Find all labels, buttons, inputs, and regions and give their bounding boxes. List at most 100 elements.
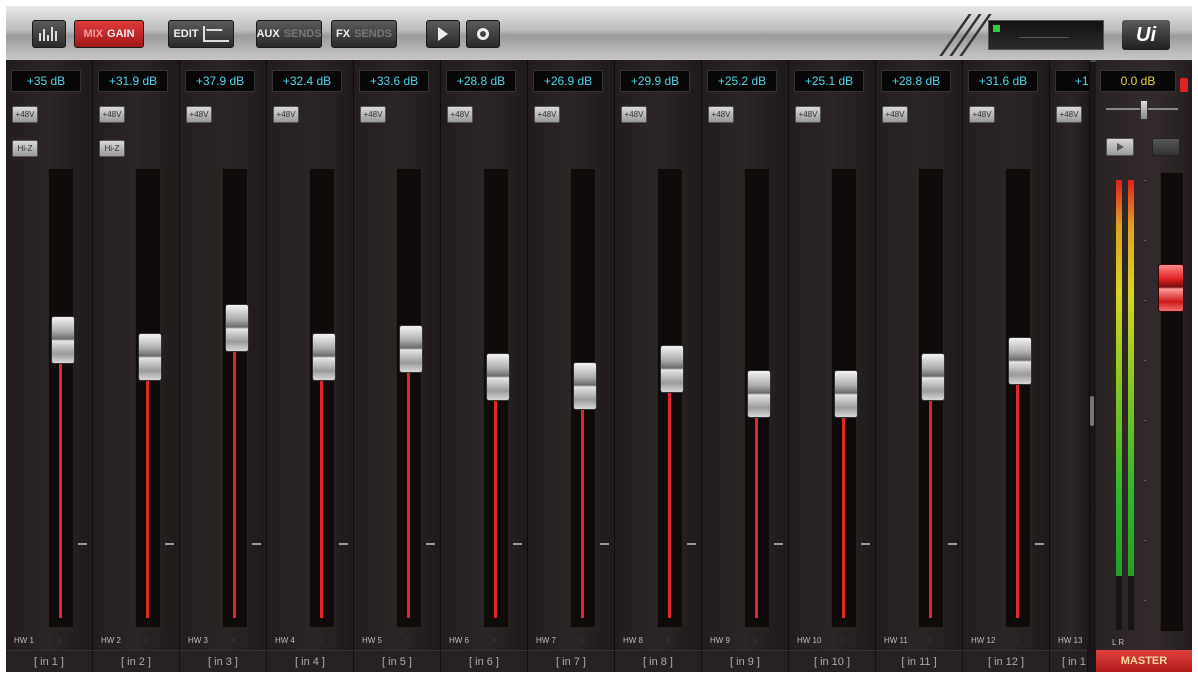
master-record-button[interactable]: [1152, 138, 1180, 156]
phantom-power-button[interactable]: +48V: [447, 106, 473, 123]
channel-fader[interactable]: [138, 332, 162, 381]
phantom-power-button[interactable]: +48V: [12, 106, 38, 123]
gain-readout[interactable]: +31.6 dB: [968, 70, 1038, 92]
mixer-app: MIX GAIN EDIT AUX SENDS FX SENDS Ui +35 …: [6, 6, 1192, 672]
channel-fader[interactable]: [51, 316, 75, 365]
channel-fader[interactable]: [921, 353, 945, 402]
phantom-power-button[interactable]: +48V: [1056, 106, 1082, 123]
phantom-power-button[interactable]: +48V: [186, 106, 212, 123]
eq-curve-icon: [202, 26, 229, 42]
input-label[interactable]: [ in 9 ]: [702, 650, 789, 672]
phantom-power-button[interactable]: +48V: [534, 106, 560, 123]
phantom-power-button[interactable]: +48V: [273, 106, 299, 123]
record-button[interactable]: [466, 20, 500, 48]
input-label[interactable]: [ in 6 ]: [441, 650, 528, 672]
phantom-power-button[interactable]: +48V: [708, 106, 734, 123]
phantom-power-button[interactable]: +48V: [882, 106, 908, 123]
master-gain-readout[interactable]: 0.0 dB: [1100, 70, 1176, 92]
gain-readout[interactable]: +28.8 dB: [446, 70, 516, 92]
phantom-power-button[interactable]: +48V: [360, 106, 386, 123]
channel-fader[interactable]: [573, 361, 597, 410]
channel-strip: +26.9 dB +48V HW 7 ▫: [528, 60, 615, 650]
hi-z-button[interactable]: Hi-Z: [99, 140, 125, 157]
channel-fader[interactable]: [1008, 336, 1032, 385]
level-line: [59, 360, 62, 618]
channel-fader[interactable]: [312, 332, 336, 381]
clip-indicator: [1180, 78, 1188, 92]
channel-name: HW 13: [1058, 636, 1083, 645]
phantom-power-button[interactable]: +48V: [795, 106, 821, 123]
fx-sends-label: SENDS: [354, 28, 392, 40]
unity-tick: [513, 543, 522, 545]
input-label[interactable]: [ in 1: [1050, 650, 1088, 672]
channel-mini-label: ▫: [841, 636, 844, 645]
gain-readout[interactable]: +32.4 dB: [272, 70, 342, 92]
scroll-handle[interactable]: [1090, 396, 1094, 426]
input-label[interactable]: [ in 3 ]: [180, 650, 267, 672]
input-label[interactable]: [ in 4 ]: [267, 650, 354, 672]
channel-fader[interactable]: [225, 303, 249, 352]
gain-readout[interactable]: +28.8 dB: [881, 70, 951, 92]
gain-readout[interactable]: +29.9 dB: [620, 70, 690, 92]
input-label[interactable]: [ in 1 ]: [6, 650, 93, 672]
phantom-power-button[interactable]: +48V: [99, 106, 125, 123]
channel-mini-label: ▫: [58, 636, 61, 645]
input-label[interactable]: [ in 8 ]: [615, 650, 702, 672]
gain-label: GAIN: [107, 28, 135, 40]
level-line: [668, 389, 671, 618]
hi-z-button[interactable]: Hi-Z: [12, 140, 38, 157]
gain-readout[interactable]: +25.1 dB: [794, 70, 864, 92]
master-strip: 0.0 dB L R: [1096, 60, 1192, 650]
channel-name: HW 10: [797, 636, 822, 645]
channel-fader[interactable]: [660, 345, 684, 394]
input-label[interactable]: [ in 5 ]: [354, 650, 441, 672]
unity-tick: [165, 543, 174, 545]
lr-label: L R: [1112, 638, 1125, 647]
level-line: [320, 376, 323, 618]
channel-fader[interactable]: [399, 324, 423, 373]
aux-label: AUX: [256, 28, 280, 40]
input-label[interactable]: [ in 10 ]: [789, 650, 876, 672]
channel-fader[interactable]: [486, 353, 510, 402]
gain-readout[interactable]: +37.9 dB: [185, 70, 255, 92]
fx-sends-tab[interactable]: FX SENDS: [331, 20, 397, 48]
gain-readout[interactable]: +19.8: [1055, 70, 1089, 92]
fx-label: FX: [336, 28, 351, 40]
input-label[interactable]: [ in 11 ]: [876, 650, 963, 672]
phantom-power-button[interactable]: +48V: [969, 106, 995, 123]
channel-fader[interactable]: [834, 369, 858, 418]
input-label[interactable]: [ in 12 ]: [963, 650, 1050, 672]
gain-readout[interactable]: +31.9 dB: [98, 70, 168, 92]
channel-name: HW 9: [710, 636, 730, 645]
channel-fader[interactable]: [747, 369, 771, 418]
unity-tick: [426, 543, 435, 545]
master-fader[interactable]: [1158, 264, 1184, 312]
phantom-power-button[interactable]: +48V: [621, 106, 647, 123]
unity-tick: [600, 543, 609, 545]
unity-tick: [78, 543, 87, 545]
gain-readout[interactable]: +25.2 dB: [707, 70, 777, 92]
input-label[interactable]: [ in 7 ]: [528, 650, 615, 672]
gain-readout[interactable]: +26.9 dB: [533, 70, 603, 92]
channel-strip: +37.9 dB +48V HW 3 ▫: [180, 60, 267, 650]
channel-strip: +32.4 dB +48V HW 4 ▫: [267, 60, 354, 650]
input-label[interactable]: [ in 2 ]: [93, 650, 180, 672]
mix-label: MIX: [83, 28, 104, 40]
gain-readout[interactable]: +35 dB: [11, 70, 81, 92]
mix-gain-tab[interactable]: MIX GAIN: [74, 20, 144, 48]
channel-strip: +31.6 dB +48V HW 12 ▫: [963, 60, 1050, 650]
aux-sends-tab[interactable]: AUX SENDS: [256, 20, 322, 48]
master-play-button[interactable]: [1106, 138, 1134, 156]
status-screen[interactable]: [988, 20, 1104, 50]
balance-slider[interactable]: [1140, 100, 1148, 120]
unity-tick: [774, 543, 783, 545]
master-label[interactable]: MASTER: [1096, 650, 1192, 672]
ui-logo[interactable]: Ui: [1122, 20, 1170, 50]
gain-readout[interactable]: +33.6 dB: [359, 70, 429, 92]
meters-button[interactable]: [32, 20, 66, 48]
unity-tick: [252, 543, 261, 545]
play-button[interactable]: [426, 20, 460, 48]
channel-name: HW 3: [188, 636, 208, 645]
edit-tab[interactable]: EDIT: [168, 20, 234, 48]
channel-strip: +25.1 dB +48V HW 10 ▫: [789, 60, 876, 650]
